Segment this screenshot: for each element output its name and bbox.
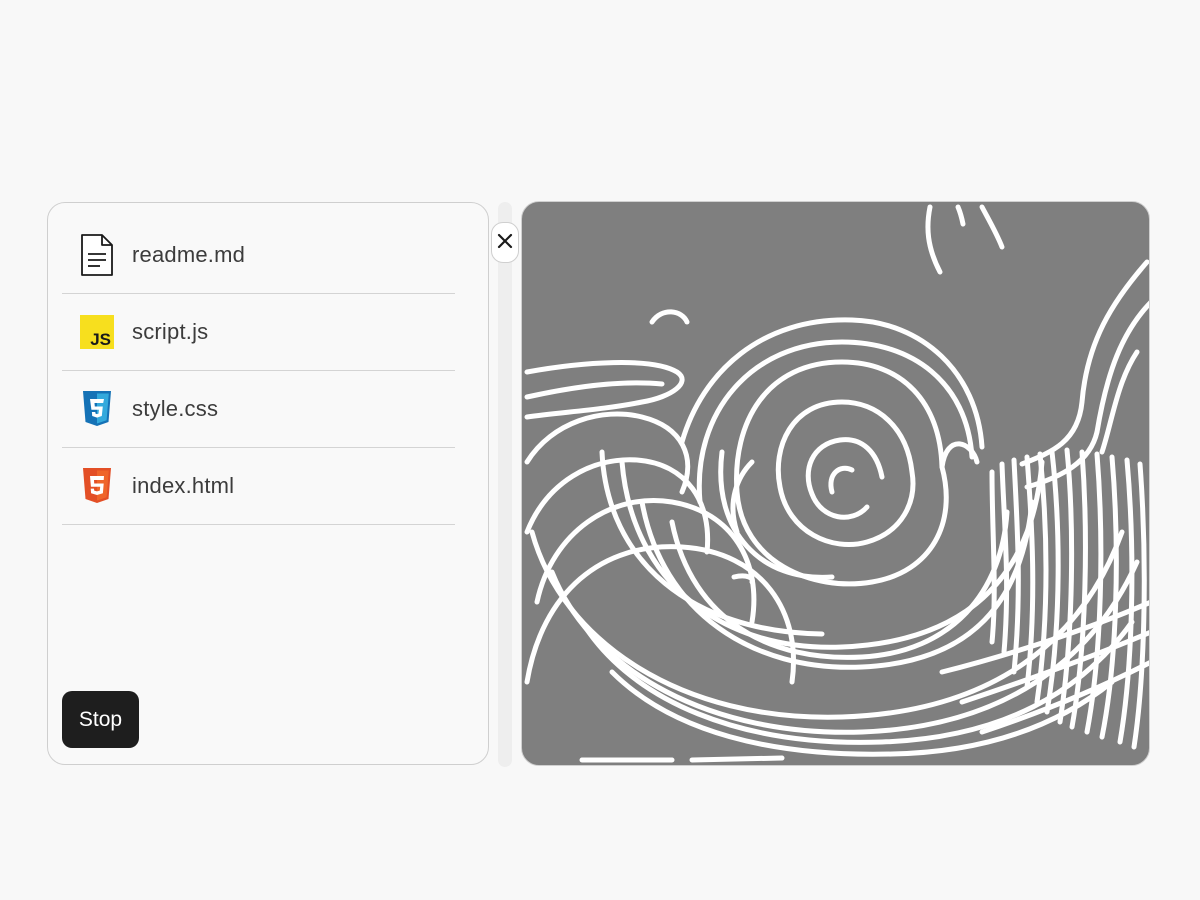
- close-icon: [497, 233, 513, 252]
- file-name: script.js: [132, 319, 209, 344]
- file-name: readme.md: [132, 242, 246, 267]
- file-item-script[interactable]: JS script.js: [62, 294, 455, 371]
- svg-text:JS: JS: [90, 330, 111, 349]
- css3-icon: [80, 391, 114, 427]
- file-item-style[interactable]: style.css: [62, 371, 455, 448]
- document-icon: [80, 234, 114, 276]
- sketch-strokes: [524, 204, 1149, 763]
- file-list: readme.md JS script.js style.css index.h…: [48, 203, 455, 525]
- file-panel: readme.md JS script.js style.css index.h…: [47, 202, 489, 765]
- drawing-canvas[interactable]: [521, 201, 1150, 766]
- file-name: style.css: [132, 396, 219, 421]
- stop-button[interactable]: Stop: [62, 691, 139, 748]
- html5-icon: [80, 468, 114, 504]
- panel-resize-handle[interactable]: [498, 202, 512, 767]
- app-stage: readme.md JS script.js style.css index.h…: [0, 0, 1200, 900]
- javascript-icon: JS: [80, 314, 114, 350]
- close-button[interactable]: [491, 222, 519, 263]
- file-item-index[interactable]: index.html: [62, 448, 455, 525]
- file-name: index.html: [132, 473, 235, 498]
- file-item-readme[interactable]: readme.md: [62, 217, 455, 294]
